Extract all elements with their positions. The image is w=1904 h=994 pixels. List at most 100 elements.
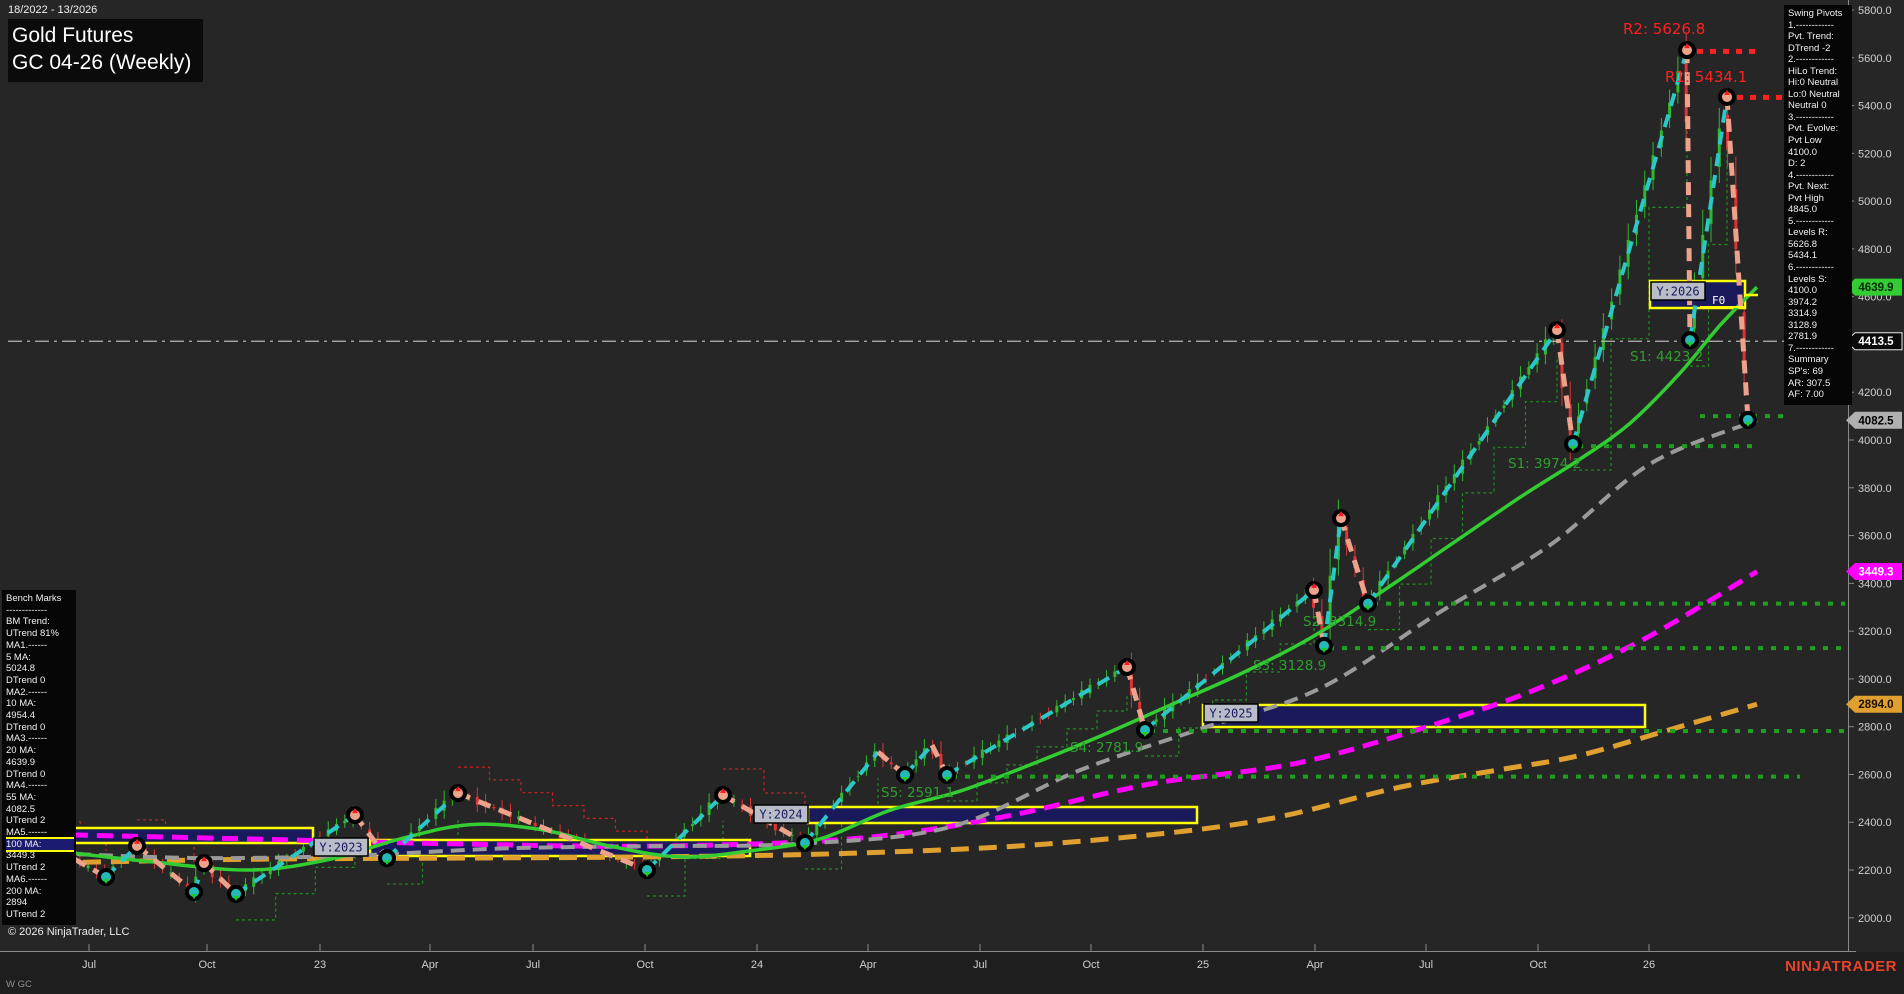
panel-line: Levels S:	[1788, 274, 1850, 286]
panel-line: SP's: 69	[1788, 366, 1850, 378]
panel-line: Swing Pivots	[1788, 8, 1850, 20]
price-tick-label: 4000.0	[1858, 435, 1892, 447]
pivot-annotation: R1: 5434.1	[1665, 68, 1747, 86]
panel-line: Neutral 0	[1788, 100, 1850, 112]
time-tick-label: Jul	[526, 959, 540, 971]
price-tick-label: 3400.0	[1858, 578, 1892, 590]
panel-line: 1.------------	[1788, 20, 1850, 32]
swing-pivots-panel: Swing Pivots1.------------Pvt. Trend:DTr…	[1784, 5, 1852, 405]
time-tick-label: Jul	[973, 959, 987, 971]
year-label: Y:2026	[1656, 285, 1699, 299]
panel-line: 3.------------	[1788, 112, 1850, 124]
panel-line: 5 MA:	[6, 652, 74, 664]
panel-line: 4100.0	[1788, 147, 1850, 159]
panel-line: MA1.------	[6, 640, 74, 652]
panel-line: Bench Marks	[6, 593, 74, 605]
support-resistance-levels: S1: 3974.2S2: 3314.9S3: 3128.9S4: 2781.9…	[881, 51, 1845, 801]
panel-line: UTrend 2	[6, 909, 74, 921]
panel-line: 4.------------	[1788, 170, 1850, 182]
panel-line: MA4.------	[6, 780, 74, 792]
support-label: S2: 3314.9	[1303, 614, 1376, 630]
chart-canvas[interactable]: S1: 3974.2S2: 3314.9S3: 3128.9S4: 2781.9…	[0, 0, 1904, 994]
time-tick-label: Jul	[1419, 959, 1433, 971]
price-tick-label: 2200.0	[1858, 865, 1892, 877]
panel-line: -------------	[6, 605, 74, 617]
panel-line: MA6.------	[6, 874, 74, 886]
time-tick-label: Apr	[1306, 959, 1323, 971]
price-tick-label: 4200.0	[1858, 387, 1892, 399]
panel-line: 3128.9	[1788, 320, 1850, 332]
year-box-labels: Y:2023 Y:2024 Y:2025 Y:2026 F0	[314, 282, 1758, 856]
panel-line: UTrend 81%	[6, 628, 74, 640]
panel-line: Pvt. Evolve:	[1788, 123, 1850, 135]
panel-line: 5.------------	[1788, 216, 1850, 228]
interval-instrument-label: W GC	[6, 979, 32, 990]
time-tick-label: Apr	[421, 959, 438, 971]
price-tick-label: 5800.0	[1858, 5, 1892, 17]
price-tick-label: 2600.0	[1858, 769, 1892, 781]
price-tag-value: 4413.5	[1858, 336, 1894, 348]
panel-line: DTrend -2	[1788, 43, 1850, 55]
time-tick-label: 26	[1643, 959, 1655, 971]
price-tick-label: 3200.0	[1858, 626, 1892, 638]
price-tag-value: 4639.9	[1858, 282, 1893, 294]
pivot-annotations: S1: 4423.2R2: 5626.8R1: 5434.1	[1623, 20, 1747, 365]
panel-line: 5626.8	[1788, 239, 1850, 251]
contract-interval: GC 04-26 (Weekly)	[12, 49, 191, 76]
chart-window: S1: 3974.2S2: 3314.9S3: 3128.9S4: 2781.9…	[0, 0, 1904, 994]
price-tick-label: 2400.0	[1858, 817, 1892, 829]
panel-line: UTrend 2	[6, 862, 74, 874]
panel-line: 2.------------	[1788, 54, 1850, 66]
price-tag-value: 2894.0	[1858, 699, 1893, 711]
panel-line: DTrend 0	[6, 675, 74, 687]
time-tick-label: Oct	[198, 959, 215, 971]
price-tick-label: 5000.0	[1858, 196, 1892, 208]
panel-line: MA2.------	[6, 687, 74, 699]
support-label: S5: 2591.1	[881, 785, 954, 801]
time-tick-label: Oct	[636, 959, 653, 971]
support-label: S3: 3128.9	[1253, 658, 1326, 674]
year-label: Y:2023	[319, 841, 362, 855]
year-label: Y:2024	[759, 808, 802, 822]
panel-line: AF: 7.00	[1788, 389, 1850, 401]
price-tick-label: 3800.0	[1858, 483, 1892, 495]
price-tick-label: 3000.0	[1858, 674, 1892, 686]
panel-line: DTrend 0	[6, 769, 74, 781]
time-tick-label: 24	[751, 959, 763, 971]
panel-line: 4845.0	[1788, 204, 1850, 216]
panel-line: 2894	[6, 897, 74, 909]
panel-line: Pvt. Next:	[1788, 181, 1850, 193]
panel-line: Summary	[1788, 354, 1850, 366]
panel-line: 3314.9	[1788, 308, 1850, 320]
panel-line: 4639.9	[6, 757, 74, 769]
time-tick-label: Apr	[859, 959, 876, 971]
time-tick-label: 23	[314, 959, 326, 971]
price-tag-value: 4082.5	[1858, 415, 1894, 427]
price-axis[interactable]: 5800.05600.05400.05200.05000.04800.04600…	[1848, 0, 1892, 951]
price-tick-label: 4800.0	[1858, 244, 1892, 256]
panel-line: 6.------------	[1788, 262, 1850, 274]
panel-line: Hi:0 Neutral	[1788, 77, 1850, 89]
panel-line: HiLo Trend:	[1788, 66, 1850, 78]
copyright-label: © 2026 NinjaTrader, LLC	[8, 926, 129, 938]
price-tick-label: 5600.0	[1858, 53, 1892, 65]
date-range-label: 18/2022 - 13/2026	[8, 4, 97, 16]
panel-line: 20 MA:	[6, 745, 74, 757]
year-label: Y:2025	[1209, 707, 1252, 721]
f0-label: F0	[1712, 294, 1725, 307]
panel-line: 200 MA:	[6, 886, 74, 898]
price-tick-label: 3600.0	[1858, 531, 1892, 543]
benchmarks-panel: Bench Marks-------------BM Trend:UTrend …	[2, 590, 76, 925]
panel-line: 5024.8	[6, 663, 74, 675]
panel-line: DTrend 0	[6, 722, 74, 734]
panel-line: 10 MA:	[6, 698, 74, 710]
panel-line: 4954.4	[6, 710, 74, 722]
panel-line: Pvt. Trend:	[1788, 31, 1850, 43]
price-tag-value: 3449.3	[1858, 567, 1893, 579]
panel-line: MA3.------	[6, 733, 74, 745]
price-tick-label: 5200.0	[1858, 148, 1892, 160]
panel-line: 4082.5	[6, 804, 74, 816]
panel-line: Levels R:	[1788, 227, 1850, 239]
time-tick-label: Oct	[1529, 959, 1546, 971]
price-tags: 4639.9 4413.5 4082.5 3449.3 2894.0	[1846, 279, 1902, 713]
